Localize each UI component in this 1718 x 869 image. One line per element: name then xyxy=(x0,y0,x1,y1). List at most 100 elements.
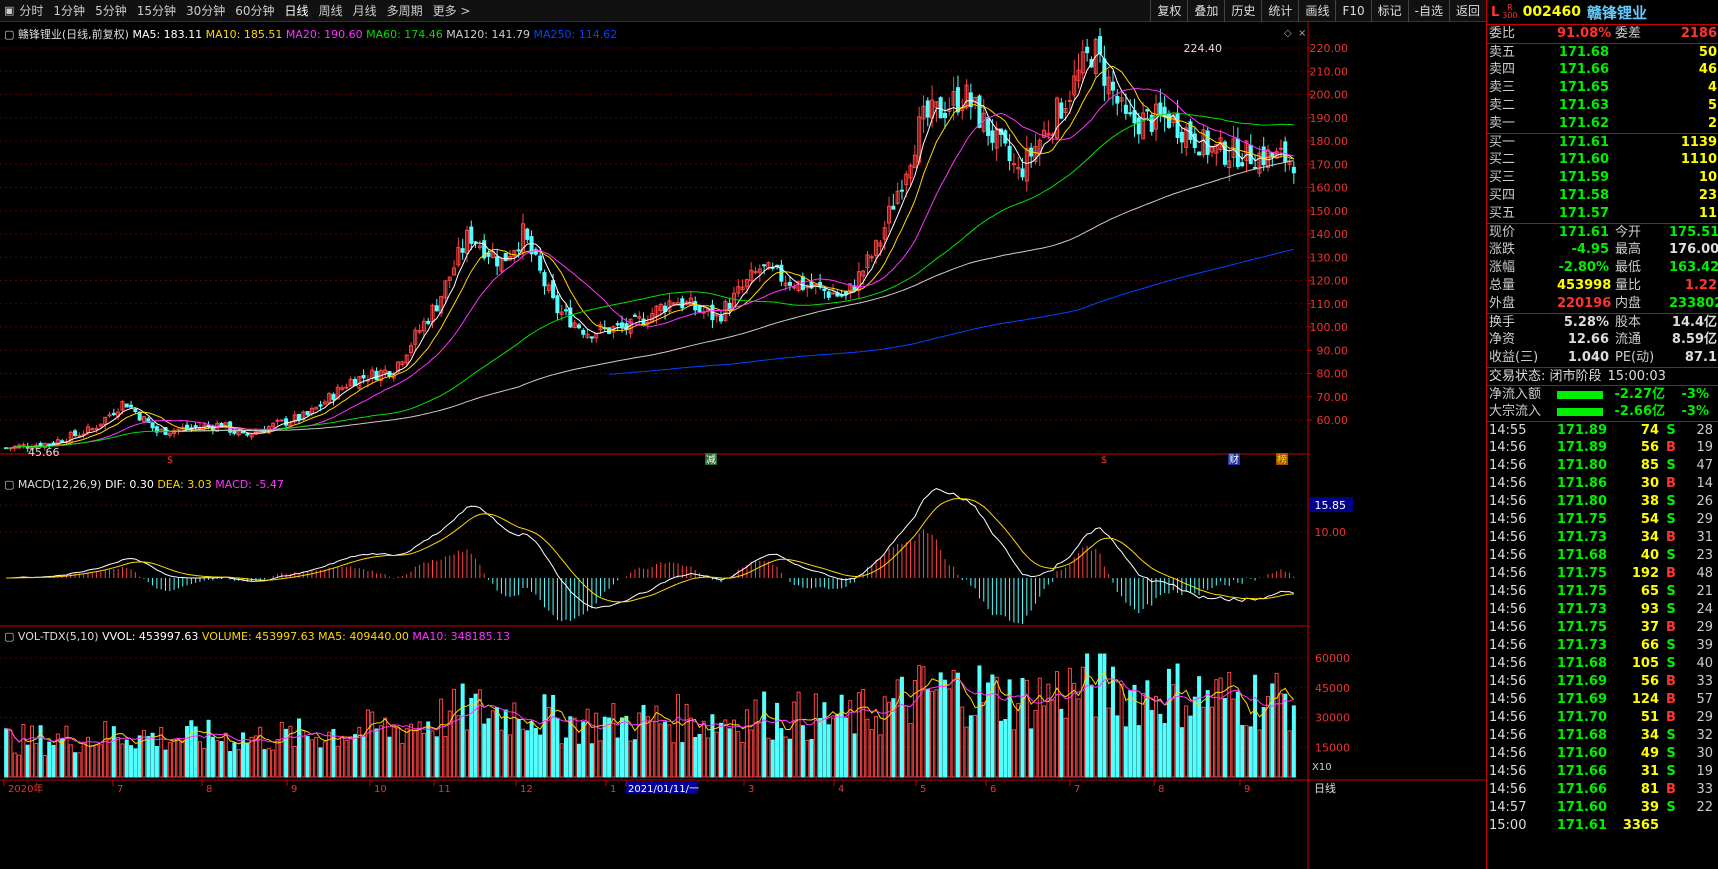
trade-count: 24 xyxy=(1696,602,1713,617)
price-tick-label: 100.00 xyxy=(1310,321,1349,334)
volume-bar xyxy=(675,694,681,778)
price-tick-label: 180.00 xyxy=(1310,135,1349,148)
trade-volume: 37 xyxy=(1640,620,1659,635)
volume-bar xyxy=(861,688,866,778)
row-value: 91.08% xyxy=(1557,26,1612,41)
tab-period-0[interactable]: 分时 xyxy=(14,0,48,22)
volume-bar xyxy=(249,736,254,778)
candle-body xyxy=(938,97,943,119)
volume-bar xyxy=(1175,663,1180,778)
row-value: 5.28% xyxy=(1563,315,1609,330)
volume-bar xyxy=(835,713,840,778)
volume-bar xyxy=(116,737,121,778)
row-label: 量比 xyxy=(1615,278,1642,293)
volume-bar xyxy=(994,676,999,778)
volume-bar xyxy=(477,689,482,778)
volume-bar xyxy=(133,748,138,778)
sell-level-row: 卖四 171.66 46 xyxy=(1487,61,1718,79)
volume-bar xyxy=(839,694,844,778)
volume-bar xyxy=(981,702,986,778)
trade-side: S xyxy=(1666,746,1676,761)
toolbar-button-3[interactable]: 统计 xyxy=(1261,0,1298,22)
level-volume: 2 xyxy=(1707,116,1717,131)
toolbar-button-1[interactable]: 叠加 xyxy=(1187,0,1224,22)
date-label: 2021/01/11/一 xyxy=(628,784,699,795)
row-value: 87.1 xyxy=(1684,350,1717,365)
level-price: 171.63 xyxy=(1558,98,1609,113)
trade-volume: 3365 xyxy=(1622,818,1659,833)
volume-bar xyxy=(533,728,538,778)
trade-price: 171.75 xyxy=(1556,566,1607,581)
volume-bar xyxy=(150,732,155,778)
trade-price: 171.60 xyxy=(1556,800,1607,815)
volume-bar xyxy=(1106,707,1111,778)
candle-body xyxy=(719,315,724,322)
legend-item: MACD: -5.47 xyxy=(215,478,284,491)
legend-title: VOL-TDX(5,10) xyxy=(18,630,102,643)
trade-time: 14:56 xyxy=(1489,512,1527,527)
volume-bar xyxy=(1072,682,1077,778)
candle-body xyxy=(47,443,52,446)
level-volume: 50 xyxy=(1698,45,1717,60)
candle-body xyxy=(1102,58,1107,86)
volume-bar xyxy=(744,709,749,778)
candle-body xyxy=(693,301,698,311)
trade-side: B xyxy=(1666,440,1676,455)
toolbar-button-8[interactable]: 返回 xyxy=(1448,0,1486,22)
tab-period-3[interactable]: 15分钟 xyxy=(132,0,181,22)
trade-time: 14:56 xyxy=(1489,692,1527,707)
flow-value: -2.66亿 xyxy=(1614,404,1665,419)
period-label: 日线 xyxy=(1314,781,1336,795)
tab-period-5[interactable]: 60分钟 xyxy=(230,0,279,22)
candle-body xyxy=(1020,168,1025,178)
volume-bar xyxy=(766,737,771,778)
volume-bar xyxy=(314,737,319,778)
candle-body xyxy=(1240,162,1245,167)
legend-title: MACD(12,26,9) xyxy=(18,478,105,491)
panel-toggle-icon[interactable]: ▣ xyxy=(4,4,14,17)
volume-bar xyxy=(81,741,86,778)
trade-time: 14:56 xyxy=(1489,764,1527,779)
level-price: 171.61 xyxy=(1558,135,1609,150)
tab-period-4[interactable]: 30分钟 xyxy=(181,0,230,22)
tab-period-8[interactable]: 月线 xyxy=(348,0,382,22)
volume-bar xyxy=(1257,729,1262,778)
chart-area[interactable]: 220.00 210.00 200.00 190.00 180.00 170.00 160.… xyxy=(0,22,1486,869)
kline-chart[interactable]: 220.00210.00200.00190.00180.00170.00160.… xyxy=(0,22,1486,869)
row-label: 内盘 xyxy=(1615,296,1642,311)
candle-body xyxy=(73,430,78,436)
candle-body xyxy=(822,288,827,292)
volume-bar xyxy=(94,744,99,778)
ma20-line xyxy=(6,88,1294,449)
candle-body xyxy=(615,323,620,326)
toolbar-button-4[interactable]: 画线 xyxy=(1298,0,1335,22)
tab-period-2[interactable]: 5分钟 xyxy=(90,0,132,22)
toolbar-button-0[interactable]: 复权 xyxy=(1150,0,1187,22)
toolbar-button-7[interactable]: -自选 xyxy=(1407,0,1449,22)
tab-period-1[interactable]: 1分钟 xyxy=(48,0,90,22)
volume-bar xyxy=(684,703,689,778)
volume-bar xyxy=(947,688,952,778)
trade-row: 14:56 171.69 56 B 33 xyxy=(1487,673,1718,691)
level-price: 171.60 xyxy=(1558,152,1609,167)
trade-count: 40 xyxy=(1696,656,1713,671)
trade-price: 171.68 xyxy=(1556,548,1607,563)
status-label: 交易状态: 闭市阶段 xyxy=(1489,369,1602,384)
tab-period-6[interactable]: 日线 xyxy=(280,0,314,22)
toolbar-button-2[interactable]: 历史 xyxy=(1224,0,1261,22)
volume-bar xyxy=(456,715,461,778)
tab-period-10[interactable]: 更多 > xyxy=(428,0,476,22)
volume-bar xyxy=(589,743,594,778)
volume-bar xyxy=(124,739,129,778)
level-volume: 23 xyxy=(1698,188,1717,203)
trade-price: 171.60 xyxy=(1556,746,1607,761)
trade-side: S xyxy=(1666,728,1676,743)
volume-bar xyxy=(1231,698,1236,778)
toolbar-button-5[interactable]: F10 xyxy=(1335,0,1370,22)
tab-period-9[interactable]: 多周期 xyxy=(382,0,428,22)
trade-volume: 54 xyxy=(1640,512,1659,527)
tab-period-7[interactable]: 周线 xyxy=(314,0,348,22)
toolbar-button-6[interactable]: 标记 xyxy=(1370,0,1408,22)
volume-bar xyxy=(167,742,172,778)
buy-level-row: 买三 171.59 10 xyxy=(1487,169,1718,187)
